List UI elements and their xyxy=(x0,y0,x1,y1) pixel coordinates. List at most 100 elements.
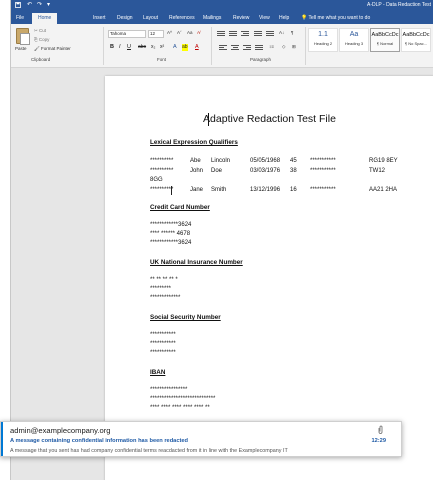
notification-subject: A message containing confidential inform… xyxy=(10,438,189,444)
font-name-value: Tahoma xyxy=(110,31,127,36)
align-center-icon[interactable] xyxy=(231,45,239,51)
tab-references[interactable]: References xyxy=(169,13,195,24)
line-spacing-icon[interactable]: ↕≡ xyxy=(269,44,274,49)
last-name: Doe xyxy=(211,168,223,174)
tab-insert[interactable]: Insert xyxy=(93,13,106,24)
ribbon-home: Paste ✂ Cut ⎘ Copy 🖌 Format Painter Clip… xyxy=(11,24,433,68)
clipboard-group-label: Clipboard xyxy=(31,57,51,62)
tab-help[interactable]: Help xyxy=(279,13,289,24)
style-name: Heading 3 xyxy=(344,41,364,46)
font-name-select[interactable]: Tahoma xyxy=(108,30,146,38)
style-heading-3[interactable]: Aa Heading 3 xyxy=(339,28,369,52)
tab-review[interactable]: Review xyxy=(233,13,249,24)
cut-button[interactable]: ✂ Cut xyxy=(34,28,46,34)
document-page[interactable]: Adaptive Redaction Test File Lexical Exp… xyxy=(105,76,433,480)
text-effects-icon[interactable]: A xyxy=(173,44,177,51)
multilevel-list-icon[interactable] xyxy=(241,31,249,37)
save-icon[interactable] xyxy=(15,2,21,11)
dob: 05/05/1968 xyxy=(250,158,281,164)
redacted-line: ************3624 xyxy=(150,240,192,246)
window-title: A-DLP - Data Redaction Test xyxy=(366,2,431,8)
highlight-button[interactable]: ab xyxy=(182,44,188,51)
sort-icon[interactable]: A↓ xyxy=(279,30,284,35)
clear-formatting-icon[interactable]: A̸ xyxy=(197,30,200,35)
title-bar: ↶ ↷ ▾ A-DLP - Data Redaction Test xyxy=(11,0,433,11)
paste-button-label[interactable]: Paste xyxy=(15,46,27,51)
tab-design[interactable]: Design xyxy=(117,13,133,24)
tell-me-search[interactable]: 💡 Tell me what you want to do xyxy=(301,13,370,24)
style-normal[interactable]: AaBbCcDc ¶ Normal xyxy=(370,28,400,52)
change-case-button[interactable]: Aa xyxy=(187,30,193,35)
align-left-icon[interactable] xyxy=(219,45,227,51)
copy-button[interactable]: ⎘ Copy xyxy=(34,37,49,42)
undo-icon[interactable]: ↶ xyxy=(27,2,32,9)
font-size-value: 12 xyxy=(150,31,156,36)
redacted-id: ********** xyxy=(150,158,174,164)
redo-icon[interactable]: ↷ xyxy=(37,2,42,9)
strikethrough-button[interactable]: abc xyxy=(138,44,146,51)
redacted-field: *********** xyxy=(310,168,336,174)
redacted-id: ********** xyxy=(150,168,174,174)
numbering-icon[interactable] xyxy=(229,31,237,37)
redacted-line: **** ****** 4678 xyxy=(150,231,191,237)
grow-font-icon[interactable]: A^ xyxy=(167,30,172,35)
redacted-field: *********** xyxy=(310,187,336,193)
word-window: ↶ ↷ ▾ A-DLP - Data Redaction Test File H… xyxy=(10,0,433,480)
notification-preview: A message that you sent has had company … xyxy=(10,448,288,454)
style-heading-2[interactable]: 1.1 Heading 2 xyxy=(308,28,338,52)
tell-me-label: Tell me what you want to do xyxy=(308,15,371,21)
redacted-line: *********** xyxy=(150,350,176,356)
paste-icon[interactable] xyxy=(16,28,30,45)
tab-view[interactable]: View xyxy=(259,13,270,24)
section-heading: Credit Card Number xyxy=(150,204,210,211)
italic-button[interactable]: I xyxy=(119,44,121,51)
shading-icon[interactable]: ◇ xyxy=(282,44,285,50)
email-notification[interactable]: admin@examplecompany.org A message conta… xyxy=(0,421,402,457)
style-preview: Aa xyxy=(349,31,359,38)
tab-layout[interactable]: Layout xyxy=(143,13,158,24)
justify-icon[interactable] xyxy=(255,45,263,51)
ribbon-tabbar: File Home Insert Design Layout Reference… xyxy=(11,11,433,24)
paragraph-group-label: Paragraph xyxy=(250,57,272,62)
font-size-select[interactable]: 12 xyxy=(148,30,164,38)
age: 16 xyxy=(290,187,297,193)
redacted-field: *********** xyxy=(310,158,336,164)
subscript-button[interactable]: x₂ xyxy=(151,44,155,51)
quick-access-more-icon[interactable]: ▾ xyxy=(47,2,50,9)
dob: 13/12/1996 xyxy=(250,187,281,193)
cut-label: Cut xyxy=(39,28,47,33)
age: 45 xyxy=(290,158,297,164)
align-right-icon[interactable] xyxy=(243,45,251,51)
show-marks-icon[interactable]: ¶ xyxy=(291,30,293,35)
redacted-line: ************* xyxy=(150,295,181,301)
tab-home[interactable]: Home xyxy=(32,13,58,24)
shrink-font-icon[interactable]: Aˇ xyxy=(177,30,182,35)
postcode: RG19 8EY xyxy=(369,158,398,164)
bullets-icon[interactable] xyxy=(217,31,225,37)
lightbulb-icon: 💡 xyxy=(301,15,308,21)
style-no-spacing[interactable]: AaBbCcDc ¶ No Spac... xyxy=(401,28,431,52)
increase-indent-icon[interactable] xyxy=(266,31,274,37)
tab-mailings[interactable]: Mailings xyxy=(203,13,221,24)
section-heading: Social Security Number xyxy=(150,314,221,321)
decrease-indent-icon[interactable] xyxy=(254,31,262,37)
font-color-button[interactable]: A xyxy=(195,44,199,51)
last-name: Lincoln xyxy=(211,158,231,164)
tab-file[interactable]: File xyxy=(16,13,24,24)
redacted-line: **************************** xyxy=(150,396,216,402)
postcode: AA21 2HA xyxy=(369,187,398,193)
superscript-button[interactable]: x² xyxy=(160,44,164,51)
ribbon-divider xyxy=(211,27,212,65)
redacted-line: **************** xyxy=(150,387,188,393)
first-name: Jane xyxy=(190,187,204,193)
format-painter-button[interactable]: 🖌 Format Painter xyxy=(34,46,71,52)
redacted-line: ********* xyxy=(150,286,172,292)
attachment-icon xyxy=(378,425,383,434)
borders-icon[interactable]: ⊞ xyxy=(292,44,296,50)
text-cursor-icon xyxy=(169,186,174,195)
font-group-label: Font xyxy=(157,57,167,62)
document-canvas[interactable]: Adaptive Redaction Test File Lexical Exp… xyxy=(11,69,433,480)
underline-button[interactable]: U xyxy=(127,44,131,51)
ribbon-divider xyxy=(103,27,104,65)
bold-button[interactable]: B xyxy=(110,44,114,51)
